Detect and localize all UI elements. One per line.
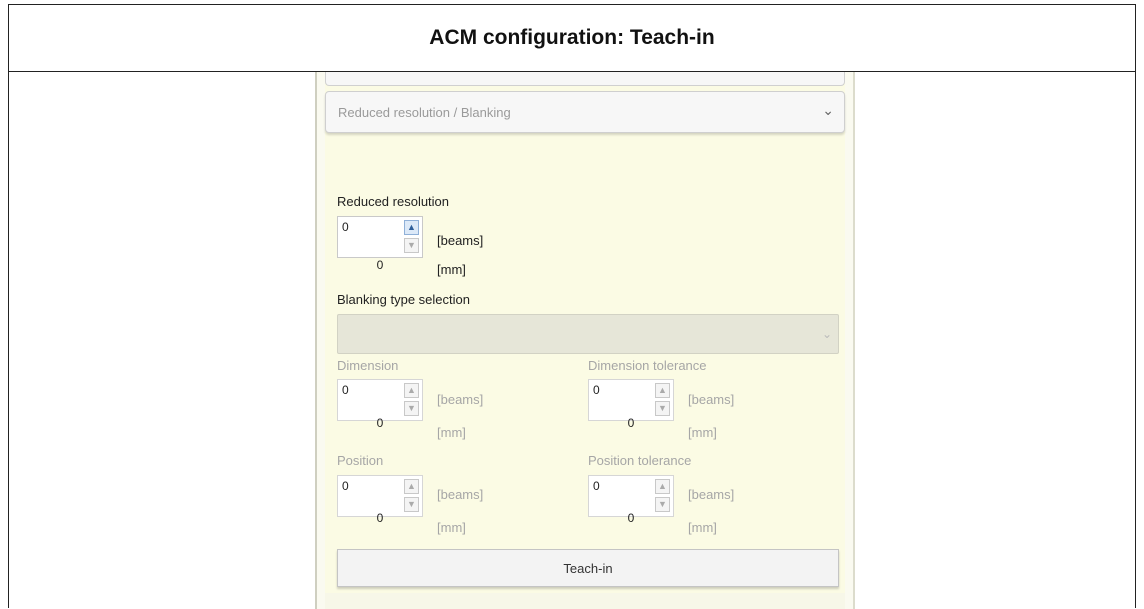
reduced-resolution-beams-unit: [beams]	[437, 233, 484, 248]
position-tolerance-label: Position tolerance	[588, 453, 692, 468]
dimension-tolerance-mm-unit: [mm]	[688, 425, 717, 440]
section-dropdown[interactable]: Reduced resolution / Blanking ⌄	[325, 91, 845, 133]
chevron-down-icon[interactable]: ▼	[655, 497, 670, 512]
chevron-up-icon[interactable]: ▲	[655, 479, 670, 494]
chevron-up-icon[interactable]: ▲	[404, 479, 419, 494]
chevron-down-icon: ⌄	[822, 102, 834, 118]
position-mm-value: 0	[376, 511, 384, 525]
section-dropdown-label: Reduced resolution / Blanking	[338, 105, 511, 120]
dimension-beams-unit: [beams]	[437, 392, 484, 407]
chevron-down-icon: ⌄	[821, 327, 832, 341]
config-panel: Reduced resolution / Blanking ⌄ Reduced …	[325, 72, 845, 609]
dimension-tolerance-mm-value: 0	[627, 416, 635, 430]
dimension-tolerance-label: Dimension tolerance	[588, 358, 707, 373]
teach-in-button[interactable]: Teach-in	[337, 549, 839, 587]
reduced-resolution-mm-unit: [mm]	[437, 262, 466, 277]
figure-frame: ACM configuration: Teach-in Reduced reso…	[8, 4, 1136, 609]
reduced-resolution-mm-value: 0	[376, 258, 384, 272]
reduced-resolution-label: Reduced resolution	[337, 194, 450, 209]
panel-footer	[325, 593, 845, 609]
dimension-tolerance-beams-unit: [beams]	[688, 392, 735, 407]
blanking-type-label: Blanking type selection	[337, 292, 470, 307]
page-title: ACM configuration: Teach-in	[429, 26, 715, 49]
position-label: Position	[337, 453, 384, 468]
chevron-up-icon[interactable]: ▲	[655, 383, 670, 398]
dimension-label: Dimension	[337, 358, 399, 373]
previous-section-edge	[325, 72, 845, 86]
blanking-type-dropdown[interactable]: ⌄	[337, 314, 839, 354]
chevron-down-icon[interactable]: ▼	[404, 401, 419, 416]
chevron-down-icon[interactable]: ▼	[404, 238, 419, 253]
header-bar: ACM configuration: Teach-in	[9, 5, 1135, 72]
position-tolerance-beams-unit: [beams]	[688, 487, 735, 502]
dimension-mm-value: 0	[376, 416, 384, 430]
position-beams-unit: [beams]	[437, 487, 484, 502]
dimension-input[interactable]: 0 ▲ ▼	[337, 379, 423, 421]
chevron-down-icon[interactable]: ▼	[404, 497, 419, 512]
dimension-value: 0	[342, 383, 349, 397]
position-mm-unit: [mm]	[437, 520, 466, 535]
dimension-mm-unit: [mm]	[437, 425, 466, 440]
reduced-resolution-value: 0	[342, 220, 349, 234]
reduced-resolution-input[interactable]: 0 ▲ ▼	[337, 216, 423, 258]
config-panel-container: Reduced resolution / Blanking ⌄ Reduced …	[315, 72, 855, 609]
position-tolerance-value: 0	[593, 479, 600, 493]
dimension-tolerance-value: 0	[593, 383, 600, 397]
dimension-tolerance-input[interactable]: 0 ▲ ▼	[588, 379, 674, 421]
chevron-down-icon[interactable]: ▼	[655, 401, 670, 416]
chevron-up-icon[interactable]: ▲	[404, 220, 419, 235]
position-tolerance-mm-unit: [mm]	[688, 520, 717, 535]
teach-in-button-label: Teach-in	[563, 560, 613, 576]
position-tolerance-mm-value: 0	[627, 511, 635, 525]
chevron-up-icon[interactable]: ▲	[404, 383, 419, 398]
position-value: 0	[342, 479, 349, 493]
